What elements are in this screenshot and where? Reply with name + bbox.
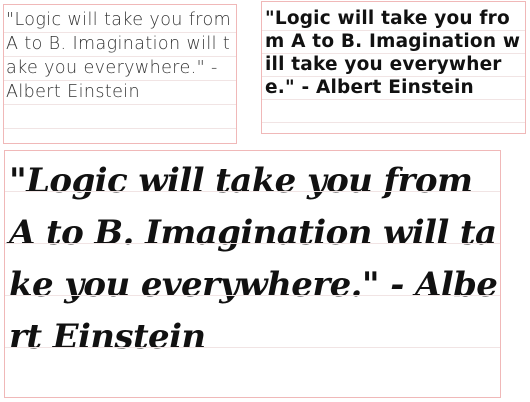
guide-line [4, 128, 236, 129]
quote-text-thin: "Logic will take you from A to B. Imagin… [6, 10, 232, 102]
guide-line [4, 104, 236, 105]
font-sample-script-box: "Logic will take you from A to B. Imagin… [4, 150, 501, 398]
guide-line [262, 99, 525, 100]
font-sample-bold-box: "Logic will take you from A to B. Imagin… [261, 1, 526, 134]
guide-line [262, 122, 525, 123]
quote-text-bold: "Logic will take you from A to B. Imagin… [265, 8, 521, 98]
quote-text-script: "Logic will take you from A to B. Imagin… [9, 161, 498, 357]
font-sample-thin-box: "Logic will take you from A to B. Imagin… [3, 4, 237, 144]
